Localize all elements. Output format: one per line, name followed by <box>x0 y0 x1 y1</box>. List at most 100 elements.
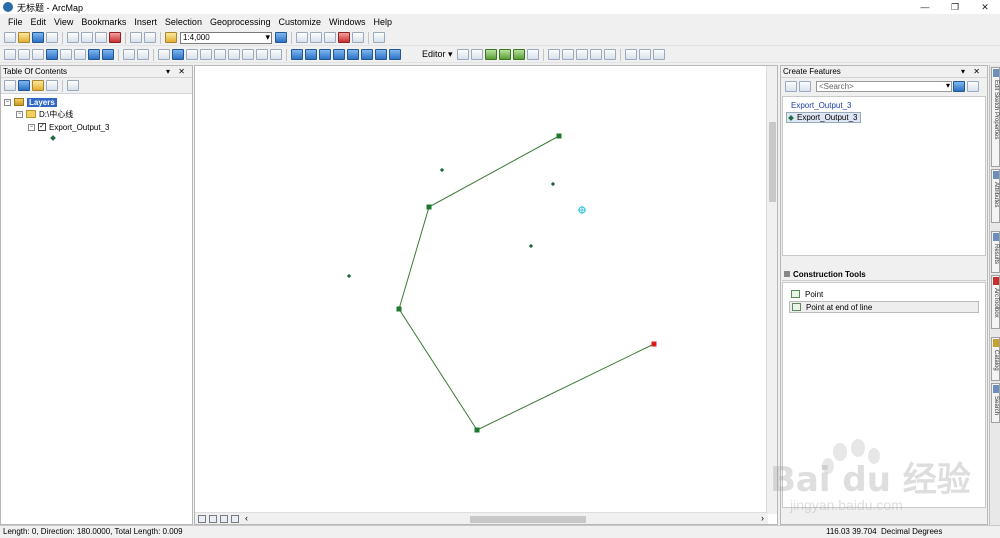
forward-extent-icon[interactable] <box>102 49 114 60</box>
pause-drawing-button[interactable] <box>231 514 239 523</box>
tab-results[interactable]: Results <box>991 231 1000 273</box>
layers-label[interactable]: Layers <box>27 97 57 107</box>
search-window-icon[interactable] <box>324 32 336 43</box>
cut-icon[interactable] <box>67 32 79 43</box>
select-elements-icon[interactable] <box>158 49 170 60</box>
undo-icon[interactable] <box>130 32 142 43</box>
tree-row-folder[interactable]: − D:\中心线 <box>16 108 73 120</box>
layout-view-button[interactable] <box>209 514 217 523</box>
menu-insert[interactable]: Insert <box>130 17 161 27</box>
hyperlink-icon[interactable] <box>186 49 198 60</box>
template-group-header[interactable]: Export_Output_3 <box>791 101 851 110</box>
construction-tool-point-at-end-of-line[interactable]: Point at end of line <box>789 301 979 313</box>
collapse-icon[interactable]: − <box>16 110 23 118</box>
close-button[interactable]: ✕ <box>970 0 1000 14</box>
sketch-end-vertex[interactable] <box>651 341 657 347</box>
cut-polygons-icon[interactable] <box>575 49 588 60</box>
layout-tool-4-icon[interactable] <box>333 49 345 60</box>
horizontal-scroll-thumb[interactable] <box>470 515 586 523</box>
rotate-tool-icon[interactable] <box>603 49 616 60</box>
clear-selection-icon[interactable] <box>137 49 149 60</box>
find-icon[interactable] <box>228 49 240 60</box>
menu-windows[interactable]: Windows <box>325 17 370 27</box>
organize-templates-icon[interactable] <box>785 80 797 92</box>
panel-splitter[interactable] <box>782 257 986 265</box>
menu-edit[interactable]: Edit <box>27 17 51 27</box>
layer-visibility-checkbox[interactable]: ✓ <box>38 123 46 131</box>
measure-icon[interactable] <box>214 49 226 60</box>
zoom-in-icon[interactable] <box>4 49 16 60</box>
full-extent-icon[interactable] <box>46 49 58 60</box>
pan-icon[interactable] <box>32 49 44 60</box>
clear-search-icon[interactable] <box>967 80 979 92</box>
edit-vertices-icon[interactable] <box>547 49 560 60</box>
layout-tool-2-icon[interactable] <box>305 49 317 60</box>
layout-tool-8-icon[interactable] <box>389 49 401 60</box>
sketch-properties-icon[interactable] <box>638 49 651 60</box>
menu-view[interactable]: View <box>50 17 77 27</box>
paste-icon[interactable] <box>95 32 107 43</box>
editor-menu[interactable]: Editor ▾ <box>422 49 453 60</box>
layout-tool-5-icon[interactable] <box>347 49 359 60</box>
template-properties-icon[interactable] <box>799 80 811 92</box>
redo-icon[interactable] <box>144 32 156 43</box>
tree-row-layer[interactable]: − ✓ Export_Output_3 <box>28 121 109 133</box>
time-slider-icon[interactable] <box>270 49 282 60</box>
layout-tool-3-icon[interactable] <box>319 49 331 60</box>
point-feature[interactable] <box>439 167 445 173</box>
model-builder-icon[interactable] <box>373 32 385 43</box>
list-by-selection-icon[interactable] <box>46 80 58 91</box>
menu-help[interactable]: Help <box>370 17 397 27</box>
straight-segment-icon[interactable] <box>484 49 497 60</box>
map-horizontal-scrollbar[interactable]: ‹ › <box>245 513 768 525</box>
map-view[interactable]: ‹ › <box>194 65 778 525</box>
zoom-out-icon[interactable] <box>18 49 30 60</box>
list-by-drawing-order-icon[interactable] <box>4 80 16 91</box>
tab-attributes[interactable]: Attributes <box>991 169 1000 223</box>
layout-tool-7-icon[interactable] <box>375 49 387 60</box>
end-point-arc-icon[interactable] <box>498 49 511 60</box>
add-data-icon[interactable] <box>165 32 177 43</box>
save-icon[interactable] <box>32 32 44 43</box>
tree-row-layers[interactable]: − Layers <box>4 96 57 108</box>
edit-annotation-icon[interactable] <box>470 49 483 60</box>
sketch-vertex[interactable] <box>556 133 562 139</box>
layout-tool-1-icon[interactable] <box>291 49 303 60</box>
catalog-window-icon[interactable] <box>310 32 322 43</box>
list-by-visibility-icon[interactable] <box>32 80 44 91</box>
refresh-view-button[interactable] <box>220 514 228 523</box>
fixed-zoom-out-icon[interactable] <box>74 49 86 60</box>
tab-catalog[interactable]: Catalog <box>991 337 1000 381</box>
python-window-icon[interactable] <box>352 32 364 43</box>
layout-tool-6-icon[interactable] <box>361 49 373 60</box>
restore-button[interactable]: ❐ <box>940 0 970 14</box>
open-folder-icon[interactable] <box>18 32 30 43</box>
copy-icon[interactable] <box>81 32 93 43</box>
tab-arctoolbox[interactable]: ArcToolbox <box>991 275 1000 329</box>
data-view-button[interactable] <box>198 514 206 523</box>
scroll-left-icon[interactable]: ‹ <box>245 513 248 523</box>
table-of-contents-icon[interactable] <box>296 32 308 43</box>
create-features-icon[interactable] <box>652 49 665 60</box>
attributes-icon[interactable] <box>624 49 637 60</box>
construction-tool-point[interactable]: Point <box>791 288 823 300</box>
tab-search[interactable]: Search <box>991 383 1000 423</box>
map-canvas[interactable] <box>195 66 767 513</box>
search-icon[interactable] <box>953 80 965 92</box>
select-features-icon[interactable] <box>123 49 135 60</box>
tab-edit-sketch-properties[interactable]: Edit Sketch Properties <box>991 67 1000 167</box>
split-tool-icon[interactable] <box>589 49 602 60</box>
editor-toolbar-icon[interactable] <box>275 32 287 43</box>
menu-file[interactable]: File <box>4 17 27 27</box>
back-extent-icon[interactable] <box>88 49 100 60</box>
menu-geoprocessing[interactable]: Geoprocessing <box>206 17 275 27</box>
print-icon[interactable] <box>46 32 58 43</box>
find-route-icon[interactable] <box>242 49 254 60</box>
delete-icon[interactable] <box>109 32 121 43</box>
menu-bookmarks[interactable]: Bookmarks <box>77 17 130 27</box>
menu-customize[interactable]: Customize <box>275 17 326 27</box>
collapse-icon[interactable]: − <box>28 123 35 131</box>
template-search-input[interactable]: <Search> <box>816 80 952 92</box>
point-feature[interactable] <box>550 181 556 187</box>
identify-icon[interactable] <box>172 49 184 60</box>
